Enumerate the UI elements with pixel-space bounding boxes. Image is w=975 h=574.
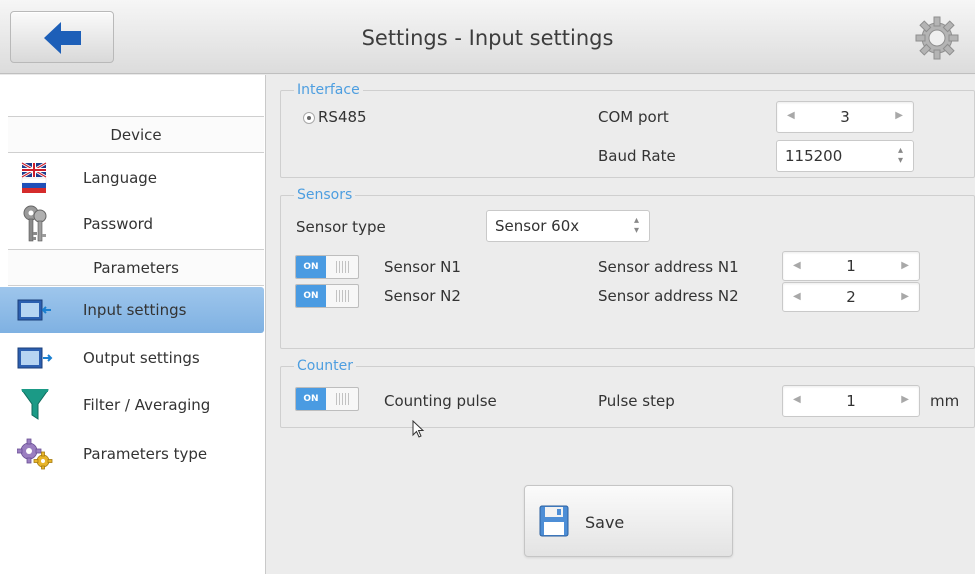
rs485-radio[interactable]: [303, 112, 315, 124]
sidebar-item-label: Filter / Averaging: [83, 396, 211, 414]
gear-icon[interactable]: [913, 14, 961, 62]
baud-rate-label: Baud Rate: [598, 147, 676, 165]
radio-dot: [307, 116, 311, 120]
sensors-legend: Sensors: [297, 187, 353, 203]
keys-icon: [12, 204, 58, 244]
sidebar-item-filter-averaging[interactable]: Filter / Averaging: [8, 382, 264, 428]
interface-legend: Interface: [297, 82, 360, 98]
sidebar-item-output-settings[interactable]: Output settings: [8, 335, 264, 381]
sensor-n2-label: Sensor N2: [384, 287, 461, 305]
save-label: Save: [585, 513, 625, 532]
sensor-n1-label: Sensor N1: [384, 258, 461, 276]
increment-arrow-icon[interactable]: ▶: [901, 260, 909, 271]
gears-icon: [12, 434, 58, 474]
main-panel: Interface RS485 COM port ◀ 3 ▶ Baud Rate…: [266, 75, 975, 574]
sensor-address-n1-stepper[interactable]: ◀ 1 ▶: [782, 251, 920, 281]
toggle-on-label: ON: [296, 285, 326, 307]
sidebar-item-language[interactable]: Language: [8, 155, 264, 201]
sidebar-item-input-settings[interactable]: Input settings: [0, 287, 264, 333]
toggle-grip-icon: [336, 261, 350, 273]
sensor-address-n2-stepper[interactable]: ◀ 2 ▶: [782, 282, 920, 312]
increment-arrow-icon[interactable]: ▶: [901, 291, 909, 302]
sidebar-item-label: Language: [83, 169, 158, 187]
sensor-address-n2-value: 2: [846, 288, 856, 306]
monitor-input-icon: [12, 290, 58, 330]
toggle-grip-icon: [336, 393, 350, 405]
pulse-step-value: 1: [846, 392, 856, 410]
rs485-label: RS485: [318, 108, 367, 126]
updown-caret-icon: ▴ ▾: [633, 215, 639, 236]
com-port-value: 3: [840, 108, 850, 126]
counting-pulse-label: Counting pulse: [384, 392, 497, 410]
sensor-type-select[interactable]: Sensor 60x ▴ ▾: [486, 210, 650, 242]
sensor-address-n2-label: Sensor address N2: [598, 287, 739, 305]
sensor-n2-toggle[interactable]: ON: [295, 284, 359, 308]
updown-caret-icon: ▴ ▾: [897, 145, 903, 166]
counting-pulse-toggle[interactable]: ON: [295, 387, 359, 411]
pulse-step-unit: mm: [930, 392, 960, 410]
increment-arrow-icon[interactable]: ▶: [895, 110, 903, 121]
sidebar-item-label: Parameters type: [83, 445, 208, 463]
increment-arrow-icon[interactable]: ▶: [901, 394, 909, 405]
com-port-stepper[interactable]: ◀ 3 ▶: [776, 101, 914, 133]
sensor-type-label: Sensor type: [296, 218, 386, 236]
pulse-step-label: Pulse step: [598, 392, 675, 410]
baud-rate-select[interactable]: 115200 ▴ ▾: [776, 140, 914, 172]
sensor-address-n1-label: Sensor address N1: [598, 258, 739, 276]
sensor-type-value: Sensor 60x: [495, 217, 580, 235]
counter-legend: Counter: [297, 358, 353, 374]
sidebar-item-parameters-type[interactable]: Parameters type: [8, 431, 264, 477]
monitor-output-icon: [12, 338, 58, 378]
mouse-cursor-icon: [412, 420, 425, 438]
sidebar: Device Language Password Parameters Inpu…: [0, 75, 266, 574]
save-button[interactable]: Save: [524, 485, 733, 557]
sensor-n1-toggle[interactable]: ON: [295, 255, 359, 279]
pulse-step-stepper[interactable]: ◀ 1 ▶: [782, 385, 920, 417]
header-bar: Settings - Input settings: [0, 0, 975, 74]
sidebar-item-label: Input settings: [83, 301, 187, 319]
flags-icon: [12, 158, 58, 198]
toggle-on-label: ON: [296, 388, 326, 410]
toggle-on-label: ON: [296, 256, 326, 278]
toggle-grip-icon: [336, 290, 350, 302]
sidebar-item-label: Output settings: [83, 349, 200, 367]
sidebar-section-parameters: Parameters: [8, 249, 264, 286]
sidebar-item-label: Password: [83, 215, 154, 233]
floppy-disk-icon: [539, 505, 569, 537]
baud-rate-value: 115200: [785, 147, 843, 165]
com-port-label: COM port: [598, 108, 669, 126]
sidebar-section-device: Device: [8, 116, 264, 153]
sidebar-item-password[interactable]: Password: [8, 201, 264, 247]
page-title: Settings - Input settings: [361, 26, 614, 50]
sensor-address-n1-value: 1: [846, 257, 856, 275]
funnel-icon: [12, 385, 58, 425]
